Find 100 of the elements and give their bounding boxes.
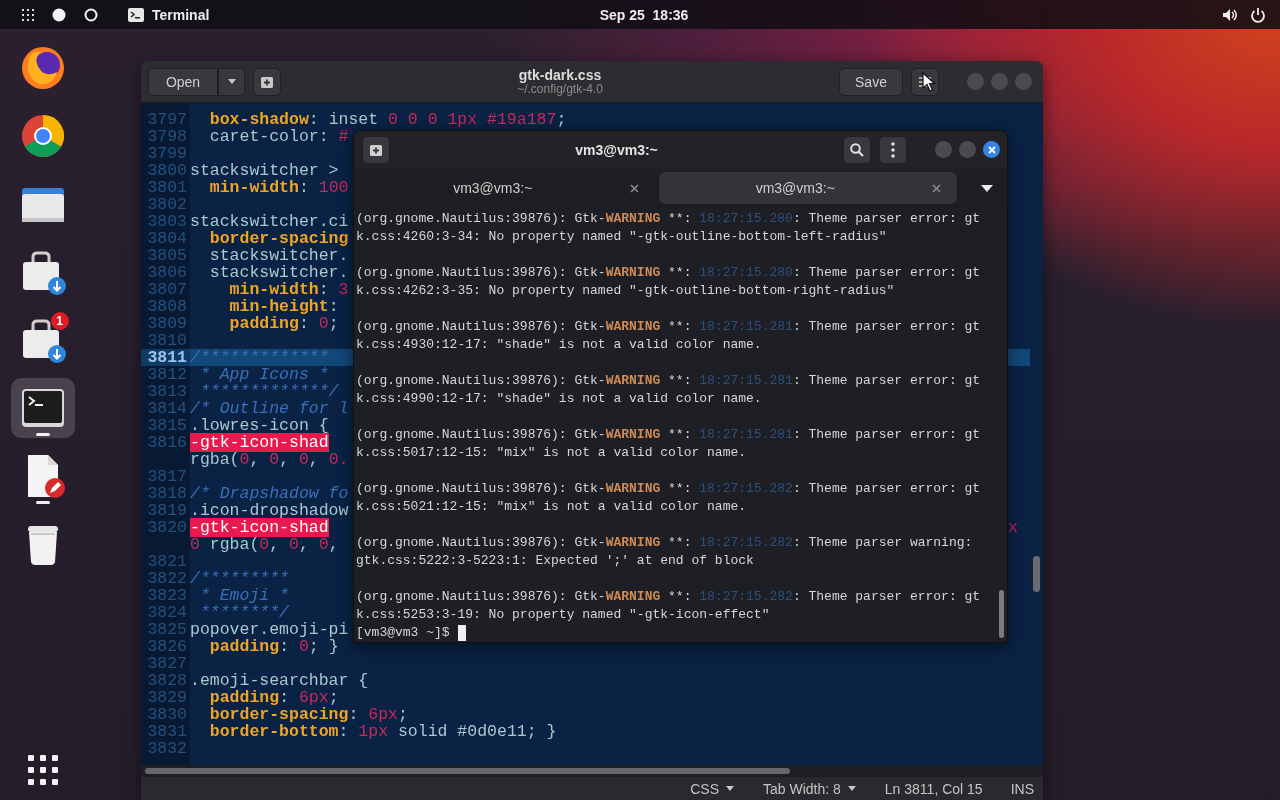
language-dropdown[interactable]: CSS: [690, 780, 735, 797]
window-title: gtk-dark.css: [518, 66, 602, 83]
code-line: padding: 6px;: [208, 689, 339, 706]
line-number: 3806: [146, 264, 188, 281]
line-number: 3810: [146, 332, 188, 349]
caret-icon: [846, 785, 857, 792]
line-number: 3818: [146, 485, 188, 502]
scrollbar-thumb[interactable]: [145, 768, 790, 774]
code-line: stackswitcher >: [190, 162, 340, 179]
line-number: 3812: [146, 366, 188, 383]
output-line: (org.gnome.Nautilus:39876): Gtk-WARNING **: 18:27:15.282: Theme parser warning:: [356, 534, 974, 552]
code-line: 0 rgba(0, 0, 0,: [190, 536, 339, 553]
line-number: 3829: [146, 689, 188, 706]
code-line: * Emoji *: [198, 587, 290, 604]
running-indicator: [35, 501, 50, 504]
scrollbar-thumb[interactable]: [1033, 556, 1040, 592]
scrollbar[interactable]: [1030, 103, 1043, 765]
search-button[interactable]: [843, 135, 871, 164]
line-number: 3814: [146, 400, 188, 417]
line-number: 3820: [146, 519, 188, 536]
line-number: 3819: [146, 502, 188, 519]
output-line: (org.gnome.Nautilus:39876): Gtk-WARNING **: 18:27:15.280: Theme parser error: gt: [356, 210, 982, 228]
text-cursor: [457, 625, 466, 641]
close-icon: [987, 145, 996, 154]
menu-button[interactable]: [879, 135, 907, 164]
kebab-menu-icon: [891, 141, 895, 158]
clock[interactable]: Sep 25 18:36: [436, 6, 852, 23]
caret-icon[interactable]: [981, 184, 993, 192]
cursor-position: Ln 3811, Col 15: [884, 780, 983, 797]
close-button[interactable]: [983, 141, 1000, 159]
code-line: min-width: 100: [208, 179, 349, 196]
open-menu-button[interactable]: [218, 67, 245, 96]
line-number: 3832: [146, 740, 188, 757]
code-line: ********/: [198, 604, 290, 621]
line-number: 3828: [146, 672, 188, 689]
code-line: popover.emoji-pi: [190, 621, 349, 638]
new-tab-icon: [369, 142, 383, 157]
code-line: stackswitcher.: [208, 247, 349, 264]
output-line: k.css:5253:3-19: No property named "-gtk-icon-effect": [356, 606, 771, 624]
code-line: padding: 0; }: [208, 638, 339, 655]
line-number: 3815: [146, 417, 188, 434]
line-number: 3805: [146, 247, 188, 264]
tab-width-dropdown[interactable]: Tab Width: 8: [763, 780, 857, 797]
line-number: 3803: [146, 213, 188, 230]
new-tab-button[interactable]: [362, 135, 390, 164]
code-line: stackswitcher.: [208, 264, 349, 281]
output-line: k.css:4930:12-17: "shade" is not a valid color name.: [356, 336, 763, 354]
terminal-tab[interactable]: vm3@vm3:~: [658, 172, 957, 205]
line-number: 3825: [146, 621, 188, 638]
code-line: border-spacing: [208, 230, 349, 247]
dock-item[interactable]: 1: [10, 310, 75, 370]
code-line: rgba(0, 0, 0, 0.: [190, 451, 349, 468]
line-number: 3826: [146, 638, 188, 655]
line-number: 3817: [146, 468, 188, 485]
code-line: border-bottom: 1px solid #0d0e11; }: [208, 723, 557, 740]
code-line: min-width: 3: [228, 281, 349, 298]
code-line: padding: 0;: [228, 315, 339, 332]
line-number: 3802: [146, 196, 188, 213]
code-line: box-shadow: inset 0 0 0 1px #19a187;: [208, 111, 567, 128]
close-icon[interactable]: [629, 183, 639, 193]
output-line: (org.gnome.Nautilus:39876): Gtk-WARNING **: 18:27:15.281: Theme parser error: gt: [356, 318, 982, 336]
open-button[interactable]: Open: [148, 67, 218, 96]
line-number: 3827: [146, 655, 188, 672]
window-title: vm3@vm3:~: [574, 141, 659, 158]
output-line: k.css:4990:12-17: "shade" is not a valid color name.: [356, 390, 763, 408]
search-icon: [850, 142, 864, 157]
save-button[interactable]: Save: [839, 67, 903, 96]
output-line: (org.gnome.Nautilus:39876): Gtk-WARNING **: 18:27:15.280: Theme parser error: gt: [356, 264, 982, 282]
power-icon[interactable]: [1250, 6, 1266, 23]
output-line: (org.gnome.Nautilus:39876): Gtk-WARNING **: 18:27:15.281: Theme parser error: gt: [356, 372, 982, 390]
running-indicator: [35, 433, 50, 436]
scrollbar-thumb[interactable]: [999, 590, 1004, 638]
code-line: /* Drapshadow fo: [190, 485, 349, 502]
line-number: 3816: [146, 434, 188, 451]
pointer-icon: [922, 72, 936, 92]
line-number: 3801: [146, 179, 188, 196]
line-number: 3822: [146, 570, 188, 587]
terminal-tab[interactable]: vm3@vm3:~: [356, 172, 655, 205]
app-grid-icon[interactable]: [22, 8, 34, 21]
code-line: .icon-dropshadow: [190, 502, 349, 519]
scrollbar[interactable]: [141, 765, 1043, 777]
workspace-icon[interactable]: [52, 7, 66, 22]
dock-item[interactable]: [10, 378, 75, 438]
output-line: k.css:5017:12-15: "mix" is not a valid color name.: [356, 444, 748, 462]
menu-icon: [919, 76, 931, 87]
workspace-icon[interactable]: [84, 7, 98, 22]
app-grid-icon[interactable]: [25, 753, 60, 787]
line-number: 3830: [146, 706, 188, 723]
line-number: 3804: [146, 230, 188, 247]
close-icon[interactable]: [932, 183, 941, 193]
app-name[interactable]: Terminal: [152, 6, 210, 23]
line-number: 3824: [146, 604, 188, 621]
terminal-icon: [128, 7, 144, 22]
code-line: /* Outline for l: [190, 400, 349, 417]
line-number: 3808: [146, 298, 188, 315]
code-line: *************/: [198, 383, 339, 400]
output-line: k.css:4260:3-34: No property named "-gtk-outline-bottom-left-radius": [356, 228, 888, 246]
new-document-button[interactable]: [253, 67, 281, 96]
output-line: (org.gnome.Nautilus:39876): Gtk-WARNING **: 18:27:15.282: Theme parser error: gt: [356, 480, 982, 498]
code-fragment: x: [1008, 519, 1018, 536]
